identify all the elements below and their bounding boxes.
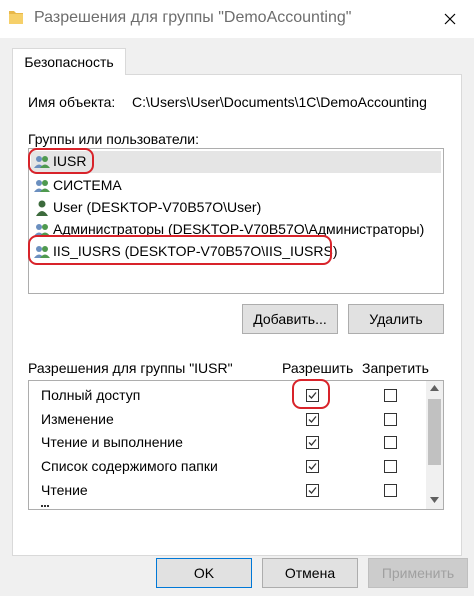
highlight-iis-iusrs — [28, 235, 332, 265]
permissions-listbox[interactable]: Полный доступ Изменение Чтение и выполне… — [28, 380, 444, 510]
list-item-system[interactable]: СИСТЕМА — [31, 175, 441, 197]
highlight-iusr — [28, 148, 94, 174]
window-title: Разрешения для группы "DemoAccounting" — [34, 9, 352, 26]
permission-label: Чтение и выполнение — [41, 434, 183, 450]
allow-checkbox[interactable] — [306, 436, 319, 449]
next-row-peek — [41, 505, 49, 509]
highlight-full-control-allow — [292, 379, 330, 409]
object-name-value: C:\Users\User\Documents\1C\DemoAccountin… — [132, 94, 427, 110]
users-group-icon — [34, 180, 50, 192]
allow-header: Разрешить — [282, 360, 354, 376]
cancel-button[interactable]: Отмена — [262, 558, 358, 588]
list-item-label: User (DESKTOP-V70B57O\User) — [53, 199, 262, 215]
deny-checkbox[interactable] — [384, 460, 397, 473]
scroll-up-icon[interactable] — [430, 385, 439, 391]
allow-checkbox[interactable] — [306, 484, 319, 497]
checkmark-icon — [308, 487, 317, 494]
permission-row: Чтение — [41, 482, 431, 506]
permission-row: Полный доступ — [41, 387, 431, 411]
list-item-user[interactable]: User (DESKTOP-V70B57O\User) — [31, 197, 441, 219]
permission-label: Полный доступ — [41, 387, 141, 403]
title-bar: Разрешения для группы "DemoAccounting" — [0, 0, 474, 38]
add-button[interactable]: Добавить... — [242, 304, 338, 334]
deny-checkbox[interactable] — [384, 413, 397, 426]
tab-security-label: Безопасность — [24, 54, 114, 70]
object-name-label: Имя объекта: — [28, 94, 116, 110]
allow-checkbox[interactable] — [306, 413, 319, 426]
deny-checkbox[interactable] — [384, 484, 397, 497]
close-icon — [444, 13, 456, 25]
list-item-label: СИСТЕМА — [53, 177, 122, 193]
deny-header: Запретить — [362, 360, 429, 376]
permission-label: Чтение — [41, 482, 88, 498]
apply-button: Применить — [368, 558, 468, 588]
permissions-scrollbar[interactable] — [426, 381, 443, 509]
checkmark-icon — [308, 463, 317, 470]
remove-button[interactable]: Удалить — [348, 304, 444, 334]
permission-row: Список содержимого папки — [41, 458, 431, 482]
permission-label: Список содержимого папки — [41, 458, 218, 474]
permission-label: Изменение — [41, 411, 114, 427]
permission-row: Чтение и выполнение — [41, 434, 431, 458]
permissions-label: Разрешения для группы "IUSR" — [28, 360, 233, 376]
ok-button[interactable]: OK — [156, 558, 252, 588]
tab-security[interactable]: Безопасность — [12, 48, 126, 75]
folder-icon — [9, 11, 23, 24]
deny-checkbox[interactable] — [384, 436, 397, 449]
permission-row: Изменение — [41, 411, 431, 435]
groups-label: Группы или пользователи: — [28, 131, 200, 147]
scroll-down-icon[interactable] — [430, 497, 439, 503]
allow-checkbox[interactable] — [306, 460, 319, 473]
user-icon — [36, 200, 48, 216]
deny-checkbox[interactable] — [384, 389, 397, 402]
close-button[interactable] — [426, 0, 474, 38]
scrollbar-thumb[interactable] — [428, 399, 441, 465]
checkmark-icon — [308, 439, 317, 446]
checkmark-icon — [308, 416, 317, 423]
